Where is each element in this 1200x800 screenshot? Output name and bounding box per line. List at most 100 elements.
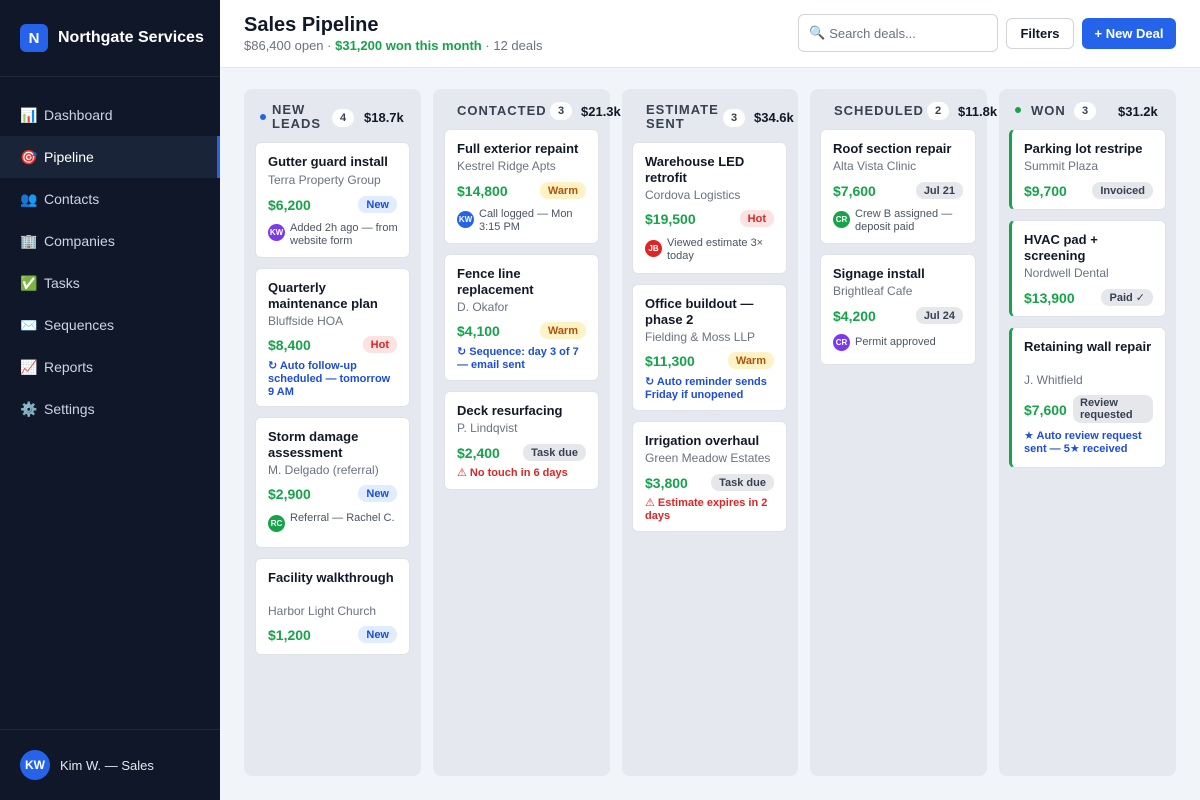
status-dot-icon bbox=[260, 114, 266, 120]
sidebar-item-sequences[interactable]: ✉️ Sequences bbox=[0, 304, 220, 346]
sidebar-item-reports[interactable]: 📈 Reports bbox=[0, 346, 220, 388]
column-title: SCHEDULED bbox=[834, 103, 924, 118]
date-badge: Jul 24 bbox=[915, 307, 963, 324]
deal-amount: $19,500 bbox=[645, 211, 696, 227]
activity-text: Viewed estimate 3× today bbox=[667, 237, 764, 262]
column-total: $31.2k bbox=[1118, 104, 1158, 119]
deal-card[interactable]: Irrigation overhaul Green Meadow Estates… bbox=[632, 421, 787, 532]
open-total: $86,400 open bbox=[244, 38, 324, 53]
deal-amount: $13,900 bbox=[1024, 290, 1075, 306]
column-title: ESTIMATE SENT bbox=[646, 102, 719, 131]
automation-note: ↻ Sequence: day 3 of 7 — email sent bbox=[457, 346, 579, 371]
status-badge: Hot bbox=[362, 336, 397, 353]
sidebar: N Northgate Services 📊 Dashboard 🎯 Pipel… bbox=[0, 0, 220, 800]
user-profile[interactable]: KW Kim W. — Sales bbox=[0, 729, 220, 800]
sidebar-item-pipeline[interactable]: 🎯 Pipeline bbox=[0, 136, 220, 178]
column-count: 2 bbox=[927, 102, 949, 120]
sidebar-nav: 📊 Dashboard 🎯 Pipeline 👥 Contacts 🏢 Comp… bbox=[0, 77, 220, 430]
people-icon: 👥 bbox=[20, 190, 38, 207]
sidebar-item-contacts[interactable]: 👥 Contacts bbox=[0, 178, 220, 220]
deal-title: Warehouse LED retrofit bbox=[645, 154, 745, 185]
status-badge: Invoiced bbox=[1092, 182, 1153, 199]
search-input[interactable] bbox=[829, 25, 980, 41]
sidebar-item-label: Contacts bbox=[44, 191, 100, 207]
target-icon: 🎯 bbox=[20, 148, 38, 165]
deal-client: Brightleaf Cafe bbox=[833, 284, 913, 298]
deal-title: Fence line replacement bbox=[457, 266, 534, 297]
deal-title: Storm damage assessment bbox=[268, 429, 359, 460]
search-box[interactable]: 🔍 bbox=[798, 14, 998, 52]
deal-client: Fielding & Moss LLP bbox=[645, 330, 756, 344]
status-badge: Task due bbox=[523, 444, 586, 461]
brand-logo-icon: N bbox=[20, 24, 48, 52]
deal-client: M. Delgado (referral) bbox=[268, 463, 379, 477]
deal-title: Quarterly maintenance plan bbox=[268, 280, 378, 311]
column-total: $18.7k bbox=[364, 110, 404, 125]
deal-client: Harbor Light Church bbox=[268, 604, 377, 618]
automation-note: ↻ Auto reminder sends Friday if unopened bbox=[645, 376, 767, 401]
status-badge: New bbox=[358, 626, 397, 643]
deal-card[interactable]: Quarterly maintenance plan Bluffside HOA… bbox=[255, 268, 410, 407]
sidebar-item-dashboard[interactable]: 📊 Dashboard bbox=[0, 94, 220, 136]
column-estimate-sent: ESTIMATE SENT 3 $34.6k Warehouse LED ret… bbox=[622, 89, 798, 776]
sidebar-item-label: Pipeline bbox=[44, 149, 94, 165]
activity-note: CR Permit approved bbox=[833, 334, 965, 351]
deal-title: Parking lot restripe bbox=[1024, 141, 1143, 156]
deal-client: Bluffside HOA bbox=[268, 314, 344, 328]
deal-card[interactable]: Full exterior repaint Kestrel Ridge Apts… bbox=[444, 129, 599, 244]
deal-card[interactable]: Roof section repair Alta Vista Clinic $7… bbox=[820, 129, 976, 244]
deal-card[interactable]: Warehouse LED retrofit Cordova Logistics… bbox=[632, 142, 787, 274]
deal-card[interactable]: Office buildout — phase 2 Fielding & Mos… bbox=[632, 284, 787, 411]
deal-card[interactable]: Retaining wall repair J. Whitfield $7,60… bbox=[1009, 327, 1166, 468]
column-title: NEW LEADS bbox=[272, 102, 322, 131]
page-title: Sales Pipeline bbox=[244, 14, 379, 36]
deal-title: Signage install bbox=[833, 266, 925, 281]
deal-card[interactable]: Storm damage assessment M. Delgado (refe… bbox=[255, 417, 410, 548]
deal-client: Kestrel Ridge Apts bbox=[457, 159, 556, 173]
sidebar-item-label: Sequences bbox=[44, 317, 115, 333]
deal-title: Roof section repair bbox=[833, 141, 952, 156]
status-badge: Review requested bbox=[1073, 395, 1153, 423]
search-icon: 🔍 bbox=[809, 25, 826, 40]
sidebar-item-companies[interactable]: 🏢 Companies bbox=[0, 220, 220, 262]
activity-text: Referral — Rachel C. bbox=[290, 512, 395, 524]
deal-title: Deck resurfacing bbox=[457, 403, 563, 418]
deal-card[interactable]: Gutter guard install Terra Property Grou… bbox=[255, 142, 410, 258]
sidebar-item-tasks[interactable]: ✅ Tasks bbox=[0, 262, 220, 304]
deal-client: Green Meadow Estates bbox=[645, 451, 771, 465]
status-badge: Paid ✓ bbox=[1101, 289, 1153, 306]
chart-icon: 📊 bbox=[20, 106, 38, 123]
deal-card[interactable]: Fence line replacement D. Okafor $4,100 … bbox=[444, 254, 599, 381]
deal-card[interactable]: HVAC pad + screening Nordwell Dental $13… bbox=[1009, 220, 1166, 317]
deal-amount: $3,800 bbox=[645, 475, 688, 491]
activity-note: KW Added 2h ago — from website form bbox=[268, 222, 399, 248]
deal-card[interactable]: Parking lot restripe Summit Plaza $9,700… bbox=[1009, 129, 1166, 210]
deal-title: Full exterior repaint bbox=[457, 141, 579, 156]
new-deal-button[interactable]: + New Deal bbox=[1082, 18, 1176, 49]
deal-card[interactable]: Deck resurfacing P. Lindqvist $2,400 Tas… bbox=[444, 391, 599, 490]
sidebar-item-settings[interactable]: ⚙️ Settings bbox=[0, 388, 220, 430]
deal-title: Irrigation overhaul bbox=[645, 433, 760, 448]
deal-amount: $6,200 bbox=[268, 197, 311, 213]
status-badge: Warm bbox=[539, 182, 586, 199]
separator: · bbox=[327, 38, 336, 53]
deal-client: Summit Plaza bbox=[1024, 159, 1099, 173]
brand[interactable]: N Northgate Services bbox=[0, 0, 220, 77]
page-header: Sales Pipeline $86,400 open · $31,200 wo… bbox=[220, 0, 1200, 68]
activity-note: CR Crew B assigned — deposit paid bbox=[833, 208, 965, 234]
filters-button[interactable]: Filters bbox=[1006, 18, 1074, 49]
column-header: WON 3 $31.2k bbox=[999, 89, 1176, 129]
status-badge: Warm bbox=[727, 352, 774, 369]
deal-amount: $2,400 bbox=[457, 445, 500, 461]
column-header: NEW LEADS 4 $18.7k bbox=[244, 89, 421, 131]
deal-card[interactable]: Signage install Brightleaf Cafe $4,200 J… bbox=[820, 254, 976, 365]
activity-note: JB Viewed estimate 3× today bbox=[645, 237, 776, 263]
sidebar-item-label: Reports bbox=[44, 359, 94, 375]
sidebar-item-label: Dashboard bbox=[44, 107, 113, 123]
deal-card[interactable]: Facility walkthrough Harbor Light Church… bbox=[255, 558, 410, 655]
column-header: ESTIMATE SENT 3 $34.6k bbox=[622, 89, 798, 131]
column-title: WON bbox=[1031, 103, 1066, 118]
status-badge: Hot bbox=[739, 210, 774, 227]
column-new-leads: NEW LEADS 4 $18.7k Gutter guard install … bbox=[244, 89, 421, 776]
activity-text: Added 2h ago — from website form bbox=[290, 222, 398, 247]
